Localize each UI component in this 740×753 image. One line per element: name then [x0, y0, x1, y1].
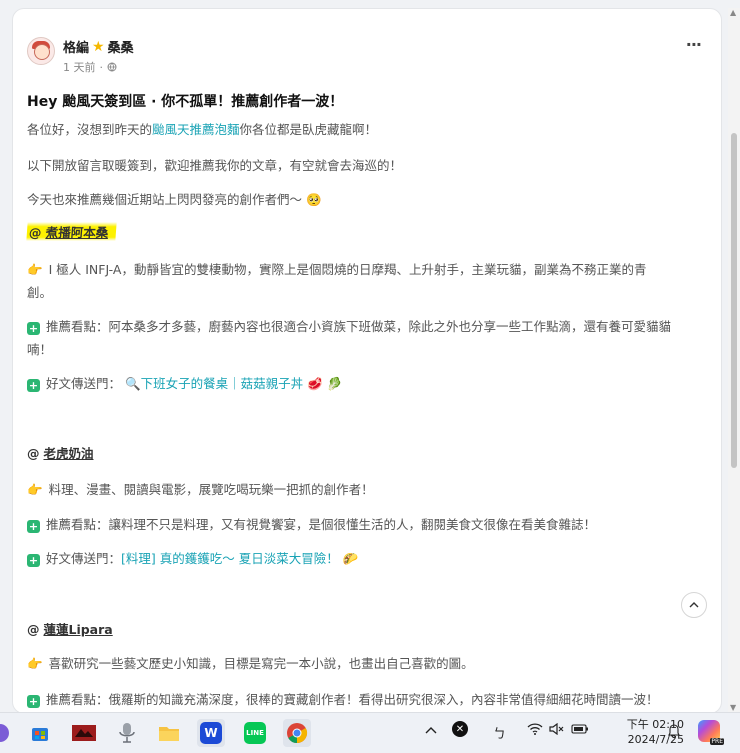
star-icon: ★	[92, 38, 105, 55]
intro-paragraph-2: 以下開放留言取暖簽到，歡迎推薦我你的文章，有空就會去海巡的！	[27, 158, 403, 173]
page-scrollbar[interactable]: ▲ ▼	[728, 8, 740, 712]
x-app-tray-icon[interactable]: ✕	[452, 721, 468, 737]
creator-3-at: @	[27, 622, 40, 637]
show-hidden-icons-chevron-icon[interactable]	[425, 723, 437, 738]
creator-1-desc-line2: 創。	[27, 285, 53, 300]
check-box-icon: +	[27, 695, 40, 708]
battery-icon[interactable]	[571, 723, 589, 738]
creator-3-heading: @ 蓮蓮Lipara	[27, 619, 113, 638]
pointing-hand-icon: 👉	[27, 262, 43, 277]
creator-2-article-link[interactable]: [料理] 真的鑊鑊吃～ 夏日淡菜大冒險！	[121, 551, 339, 566]
creator-2-desc: 👉 料理、漫畫、閱讀與電影，展覽吃喝玩樂一把抓的創作者！	[27, 479, 374, 498]
scroll-arrow-down-icon[interactable]: ▼	[730, 703, 736, 712]
post-time: 1 天前 ·	[63, 59, 134, 75]
store-icon[interactable]	[26, 719, 54, 747]
intro1-text: 各位好，沒想到昨天的	[27, 122, 153, 137]
pointing-hand-icon: 👉	[27, 482, 43, 497]
pleading-face-icon: 🥺	[306, 192, 322, 207]
creator-2-rec-text: 讓料理不只是料理，又有視覺饗宴，是個很懂生活的人，翻閱美食文很像在看美食雜誌！	[108, 517, 597, 532]
author-avatar[interactable]	[27, 37, 55, 65]
creator-2-recommend: + 推薦看點：讓料理不只是料理，又有視覺饗宴，是個很懂生活的人，翻閱美食文很像在看…	[27, 514, 596, 533]
more-options-button[interactable]: ···	[686, 35, 702, 54]
intro-paragraph-1: 各位好，沒想到昨天的颱風天推薦泡麵你各位都是臥虎藏龍啊！	[27, 119, 377, 138]
creator-1-desc-line1: I 極人 INFJ-A，動靜皆宜的雙棲動物，實際上是個悶燒的日摩羯、上升射手，主…	[48, 262, 647, 277]
creator-1-link-label: 好文傳送門：	[46, 376, 122, 391]
author-name-suffix[interactable]: 桑桑	[108, 37, 134, 56]
creator-1-heading: @ 煮播阿本桑	[26, 222, 118, 241]
creator-3-mention-link[interactable]: 蓮蓮Lipara	[43, 622, 112, 637]
globe-icon	[107, 62, 117, 72]
copilot-partial-icon[interactable]	[0, 719, 14, 747]
game-app-icon[interactable]	[70, 719, 98, 747]
webtoon-app-icon[interactable]: W	[197, 719, 225, 747]
notification-bell-icon[interactable]	[666, 722, 682, 742]
check-box-icon: +	[27, 322, 40, 335]
instant-noodle-link[interactable]: 颱風天推薦泡麵	[152, 122, 240, 137]
creator-2-heading: @ 老虎奶油	[27, 443, 94, 462]
creator-1-rec-label: 推薦看點：	[46, 319, 109, 334]
magnifier-icon: 🔍	[125, 376, 141, 391]
creator-3-desc: 👉 喜歡研究一些藝文歷史小知識，目標是寫完一本小說，也畫出自己喜歡的圖。	[27, 653, 474, 672]
creator-1-article-link[interactable]: 下班女子的餐桌｜菇菇親子丼	[141, 376, 304, 391]
creator-1-recommend: + 推薦看點：阿本桑多才多藝，廚藝內容也很適合小資族下班做菜，除此之外也分享一些工…	[27, 316, 671, 335]
creator-2-rec-label: 推薦看點：	[46, 517, 109, 532]
food-emoji-icons: 🥩 🥬	[307, 376, 343, 391]
creator-1-mention-link[interactable]: 煮播阿本桑	[45, 225, 109, 240]
creator-2-mention-link[interactable]: 老虎奶油	[43, 446, 93, 461]
avatar-face	[34, 44, 50, 60]
check-box-icon: +	[27, 379, 40, 392]
file-explorer-icon[interactable]	[155, 719, 183, 747]
creator-2-desc-line1: 料理、漫畫、閱讀與電影，展覽吃喝玩樂一把抓的創作者！	[48, 482, 374, 497]
windows-taskbar: W LINE ✕ ㄅ 下午 02:10 2024/7/25 PRE	[0, 712, 740, 753]
creator-1-article: + 好文傳送門： 🔍下班女子的餐桌｜菇菇親子丼 🥩 🥬	[27, 373, 342, 392]
volume-muted-icon[interactable]	[549, 722, 565, 739]
pointing-hand-icon: 👉	[27, 656, 43, 671]
creator-3-rec-text: 俄羅斯的知識充滿深度，很棒的寶藏創作者！看得出研究很深入，內容非常值得細細花時間…	[108, 692, 659, 707]
wifi-icon[interactable]	[527, 723, 543, 739]
scrollbar-thumb[interactable]	[731, 133, 737, 468]
post-title: Hey 颱風天簽到區 · 你不孤單！推薦創作者一波！	[27, 94, 344, 110]
scroll-arrow-up-icon[interactable]: ▲	[730, 8, 736, 17]
creator-2-link-label: 好文傳送門：	[46, 551, 122, 566]
copilot-pre-badge: PRE	[710, 738, 724, 745]
input-method-icon[interactable]: ㄅ	[493, 723, 506, 742]
check-box-icon: +	[27, 520, 40, 533]
creator-2-article: + 好文傳送門：[料理] 真的鑊鑊吃～ 夏日淡菜大冒險！ 🌮	[27, 548, 358, 567]
creator-3-rec-label: 推薦看點：	[46, 692, 109, 707]
copilot-icon[interactable]: PRE	[698, 720, 724, 745]
creator-3-recommend: + 推薦看點：俄羅斯的知識充滿深度，很棒的寶藏創作者！看得出研究很深入，內容非常值…	[27, 689, 659, 708]
creator-3-desc-line1: 喜歡研究一些藝文歷史小知識，目標是寫完一本小說，也畫出自己喜歡的圖。	[48, 656, 474, 671]
intro-paragraph-3: 今天也來推薦幾個近期站上閃閃發亮的創作者們～ 🥺	[27, 189, 322, 208]
scroll-up-button[interactable]	[681, 592, 707, 618]
line-app-icon[interactable]: LINE	[241, 719, 269, 747]
creator-1-recommend-line2: 喃！	[27, 342, 53, 357]
intro3-text: 今天也來推薦幾個近期站上閃閃發亮的創作者們～	[27, 192, 303, 207]
check-box-icon: +	[27, 554, 40, 567]
creator-1-at: @	[28, 225, 42, 240]
author-name[interactable]: 格編 ★ 桑桑	[63, 37, 134, 57]
creator-1-desc: 👉 I 極人 INFJ-A，動靜皆宜的雙棲動物，實際上是個悶燒的日摩羯、上升射手，…	[27, 259, 646, 278]
post-header: 格編 ★ 桑桑 1 天前 ·	[27, 37, 134, 75]
post-time-text: 1 天前	[63, 61, 96, 74]
creator-2-at: @	[27, 446, 40, 461]
chevron-up-icon	[689, 602, 699, 608]
creator-1-rec-text: 阿本桑多才多藝，廚藝內容也很適合小資族下班做菜，除此之外也分享一些工作點滴，還有…	[108, 319, 672, 334]
intro1-tail: 你各位都是臥虎藏龍啊！	[239, 122, 378, 137]
author-name-text[interactable]: 格編	[63, 37, 89, 56]
taco-emoji-icon: 🌮	[342, 551, 359, 566]
microphone-app-icon[interactable]	[113, 719, 141, 747]
chrome-icon[interactable]	[283, 719, 311, 747]
dot-separator: ·	[99, 60, 104, 74]
post-card: 格編 ★ 桑桑 1 天前 · ··· Hey 颱風天簽到區 · 你不孤單！推薦創…	[12, 8, 722, 714]
